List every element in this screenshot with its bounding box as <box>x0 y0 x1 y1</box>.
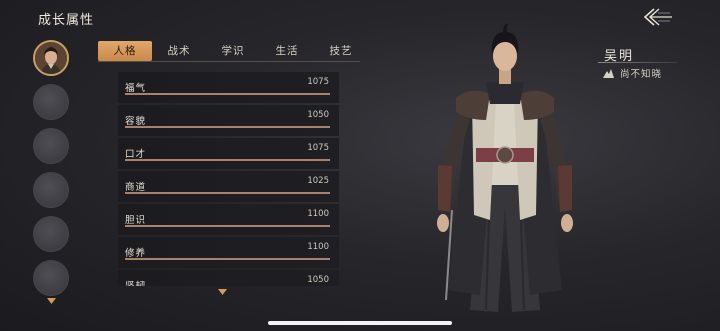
character-status: 尚不知晓 <box>603 66 662 80</box>
character-slot-empty[interactable] <box>33 84 69 120</box>
back-button[interactable] <box>640 6 674 28</box>
attribute-name: 坚韧 <box>125 281 146 286</box>
attribute-tabs: 人格 战术 学识 生活 技艺 <box>98 41 368 61</box>
attribute-bar <box>125 93 330 95</box>
attribute-value: 1100 <box>307 242 329 252</box>
attribute-bar <box>125 258 330 260</box>
tab-knowledge[interactable]: 学识 <box>206 41 260 61</box>
list-item: 口才 1075 <box>118 138 339 169</box>
tab-life[interactable]: 生活 <box>260 41 314 61</box>
list-item: 商道 1025 <box>118 171 339 202</box>
attribute-bar-fill <box>125 225 330 227</box>
avatar <box>35 42 67 74</box>
character-slot-empty[interactable] <box>33 260 69 296</box>
character-slot-empty[interactable] <box>33 216 69 252</box>
attribute-bar <box>125 159 330 161</box>
character-slot-empty[interactable] <box>33 172 69 208</box>
name-divider <box>598 62 678 63</box>
attribute-value: 1100 <box>307 209 329 219</box>
attribute-value: 1050 <box>307 110 329 120</box>
back-arrow-icon <box>643 8 672 26</box>
status-text: 尚不知晓 <box>620 69 663 80</box>
attribute-bar <box>125 225 330 227</box>
attribute-bar <box>125 126 330 128</box>
attribute-bar-fill <box>125 258 330 260</box>
page-title: 成长属性 <box>38 13 95 28</box>
chevron-down-icon[interactable] <box>47 298 56 304</box>
attribute-value: 1025 <box>307 176 329 186</box>
list-item: 福气 1075 <box>118 72 339 103</box>
list-item: 修养 1100 <box>118 237 339 268</box>
character-slot-empty[interactable] <box>33 128 69 164</box>
attribute-bar-fill <box>125 192 330 194</box>
list-item: 坚韧 1050 <box>118 270 339 286</box>
character-slot-active[interactable] <box>33 40 69 76</box>
tab-tactics[interactable]: 战术 <box>152 41 206 61</box>
home-indicator[interactable] <box>268 321 452 325</box>
list-item: 胆识 1100 <box>118 204 339 235</box>
tab-personality[interactable]: 人格 <box>98 41 152 61</box>
character-list <box>33 40 71 304</box>
attribute-value: 1050 <box>307 275 329 285</box>
attribute-bar-fill <box>125 159 330 161</box>
attribute-bar-fill <box>125 126 330 128</box>
attribute-value: 1075 <box>307 77 329 87</box>
tabs-divider <box>98 61 360 62</box>
attribute-bar-fill <box>125 93 330 95</box>
mountain-icon <box>603 69 614 78</box>
chevron-down-icon[interactable] <box>218 289 227 295</box>
list-item: 容貌 1050 <box>118 105 339 136</box>
attribute-list[interactable]: 福气 1075 容貌 1050 口才 1075 商道 1025 胆识 1100 … <box>118 72 339 286</box>
tab-craft[interactable]: 技艺 <box>314 41 368 61</box>
character-figure <box>437 23 573 312</box>
attribute-value: 1075 <box>307 143 329 153</box>
attribute-bar <box>125 192 330 194</box>
